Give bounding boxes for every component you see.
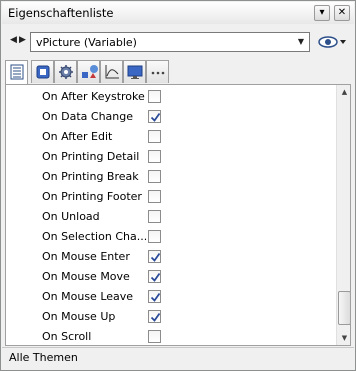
event-row[interactable]: On Scroll xyxy=(6,327,334,345)
event-row[interactable]: On Unload xyxy=(6,207,334,227)
checkmark-icon xyxy=(150,292,161,302)
event-label: On Printing Break xyxy=(42,170,139,183)
checkmark-icon xyxy=(150,252,161,262)
event-row[interactable]: On Mouse Move xyxy=(6,267,334,287)
event-label: On Mouse Move xyxy=(42,270,130,283)
chart-icon xyxy=(105,65,119,79)
gear-icon xyxy=(59,65,73,79)
status-text: Alle Themen xyxy=(9,351,78,364)
scroll-thumb[interactable] xyxy=(338,291,350,325)
event-checkbox[interactable] xyxy=(148,190,161,203)
event-row[interactable]: On Mouse Up xyxy=(6,307,334,327)
event-row[interactable]: On Selection Cha... xyxy=(6,227,334,247)
event-row[interactable]: On Printing Detail xyxy=(6,147,334,167)
eye-icon xyxy=(318,36,346,48)
event-checkbox[interactable] xyxy=(148,130,161,143)
event-checkbox[interactable] xyxy=(148,310,161,323)
event-label: On Selection Cha... xyxy=(42,230,146,243)
checkmark-icon xyxy=(150,312,161,322)
event-label: On Printing Detail xyxy=(42,150,140,163)
event-list: On After Keystroke On Data Change On After… xyxy=(5,84,351,346)
more-icon xyxy=(151,71,165,75)
event-checkbox[interactable] xyxy=(148,170,161,183)
event-label: On Data Change xyxy=(42,110,134,123)
tab-settings[interactable] xyxy=(54,60,77,83)
tab-shapes[interactable] xyxy=(77,60,100,83)
event-row[interactable]: On Mouse Enter xyxy=(6,247,334,267)
close-button[interactable]: ✕ xyxy=(334,5,350,21)
monitor-icon xyxy=(127,65,143,79)
tab-more[interactable] xyxy=(146,60,169,83)
event-label: On Printing Footer xyxy=(42,190,142,203)
property-list-panel: Eigenschaftenliste ▾ ✕ ◀ ▶ vPicture (Var… xyxy=(0,0,356,371)
checkmark-icon xyxy=(150,112,161,122)
pin-dropdown-button[interactable]: ▾ xyxy=(314,5,330,21)
event-row[interactable]: On After Keystroke xyxy=(6,87,334,107)
event-checkbox[interactable] xyxy=(148,250,161,263)
tab-display[interactable] xyxy=(123,60,146,83)
checkmark-icon xyxy=(150,272,161,282)
event-row[interactable]: On Mouse Leave xyxy=(6,287,334,307)
event-checkbox[interactable] xyxy=(148,230,161,243)
event-label: On After Keystroke xyxy=(42,90,145,103)
event-label: On After Edit xyxy=(42,130,113,143)
view-menu-button[interactable] xyxy=(318,34,348,50)
event-checkbox[interactable] xyxy=(148,270,161,283)
tab-list[interactable] xyxy=(5,60,28,85)
shapes-icon xyxy=(82,65,98,78)
vertical-scrollbar[interactable]: ▲ ▼ xyxy=(336,85,350,345)
object-select-value: vPicture (Variable) xyxy=(36,36,137,49)
event-label: On Unload xyxy=(42,210,100,223)
event-checkbox[interactable] xyxy=(148,150,161,163)
event-label: On Mouse Up xyxy=(42,310,116,323)
object-select[interactable]: vPicture (Variable) ▼ xyxy=(30,32,310,52)
event-label: On Mouse Leave xyxy=(42,290,134,303)
event-checkbox[interactable] xyxy=(148,290,161,303)
event-label: On Scroll xyxy=(42,330,92,343)
theme-tabs xyxy=(5,60,353,85)
event-row[interactable]: On Printing Footer xyxy=(6,187,334,207)
title-bar: Eigenschaftenliste ▾ ✕ xyxy=(2,2,354,24)
tab-chart[interactable] xyxy=(100,60,123,83)
window-title: Eigenschaftenliste xyxy=(8,6,114,20)
event-checkbox[interactable] xyxy=(148,90,161,103)
chevron-down-icon[interactable]: ▼ xyxy=(293,33,309,51)
back-arrow-icon[interactable]: ◀ xyxy=(10,35,17,45)
object-toolbar: ◀ ▶ vPicture (Variable) ▼ xyxy=(2,30,354,54)
event-label: On Mouse Enter xyxy=(42,250,130,263)
scroll-down-icon[interactable]: ▼ xyxy=(338,331,350,345)
event-checkbox[interactable] xyxy=(148,330,161,343)
object-icon xyxy=(36,65,50,79)
tab-object[interactable] xyxy=(31,60,54,83)
list-icon xyxy=(10,64,24,80)
scroll-up-icon[interactable]: ▲ xyxy=(338,85,350,99)
event-checkbox[interactable] xyxy=(148,110,161,123)
forward-arrow-icon[interactable]: ▶ xyxy=(19,35,26,45)
event-row[interactable]: On Data Change xyxy=(6,107,334,127)
status-bar: Alle Themen xyxy=(2,347,354,369)
event-row[interactable]: On After Edit xyxy=(6,127,334,147)
event-checkbox[interactable] xyxy=(148,210,161,223)
event-row[interactable]: On Printing Break xyxy=(6,167,334,187)
